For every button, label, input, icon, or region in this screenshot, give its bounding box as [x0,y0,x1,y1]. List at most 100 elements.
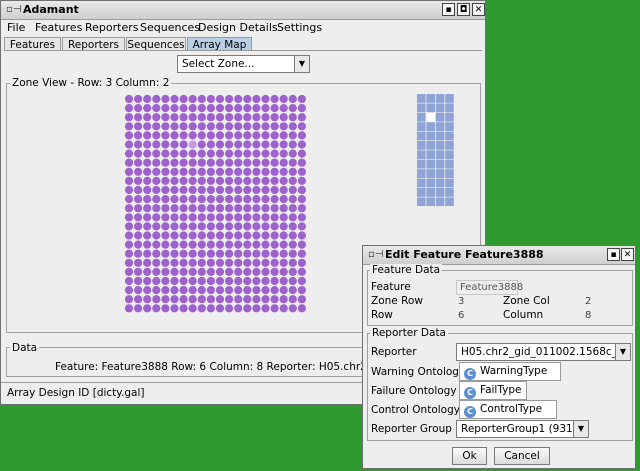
array-spot[interactable] [279,94,288,104]
array-spot[interactable] [288,158,297,167]
array-spot[interactable] [170,249,179,258]
dialog-minimize-button[interactable]: ▪ [607,248,620,261]
array-spot[interactable] [124,286,134,295]
array-spot[interactable] [252,231,261,240]
array-spot[interactable] [270,122,279,131]
array-spot[interactable] [161,249,170,258]
array-spot[interactable] [234,167,243,176]
array-spot[interactable] [134,140,143,149]
spot-grid[interactable] [124,94,344,316]
array-spot[interactable] [170,176,179,185]
array-spot[interactable] [252,195,261,204]
array-spot[interactable] [297,167,306,176]
array-spot[interactable] [197,222,206,231]
array-spot[interactable] [152,295,161,304]
array-spot[interactable] [288,231,297,240]
array-spot[interactable] [197,195,206,204]
array-spot[interactable] [288,240,297,249]
zone-cell[interactable] [435,122,445,131]
array-spot[interactable] [170,204,179,213]
array-spot[interactable] [234,240,243,249]
array-spot[interactable] [225,286,234,295]
array-spot[interactable] [279,131,288,140]
array-spot[interactable] [261,276,270,286]
array-spot[interactable] [234,140,243,149]
array-spot[interactable] [270,231,279,240]
array-spot[interactable] [152,167,161,176]
zone-cell[interactable] [417,150,426,160]
zone-cell[interactable] [445,169,454,178]
array-spot[interactable] [152,304,161,313]
array-spot[interactable] [188,240,197,249]
array-spot[interactable] [197,94,206,104]
array-spot[interactable] [234,231,243,240]
menu-design-details[interactable]: Design Details [198,21,278,34]
zone-cell[interactable] [445,112,454,122]
array-spot[interactable] [243,185,252,195]
array-spot[interactable] [215,222,225,231]
array-spot[interactable] [161,304,170,313]
array-spot[interactable] [234,304,243,313]
array-spot[interactable] [297,249,306,258]
array-spot[interactable] [161,158,170,167]
array-spot[interactable] [143,158,152,167]
array-spot[interactable] [270,167,279,176]
array-spot[interactable] [288,131,297,140]
array-spot[interactable] [261,167,270,176]
array-spot[interactable] [225,195,234,204]
array-spot[interactable] [179,122,188,131]
array-spot[interactable] [252,258,261,267]
array-spot[interactable] [215,140,225,149]
array-spot[interactable] [206,94,215,104]
array-spot[interactable] [143,249,152,258]
array-spot[interactable] [188,222,197,231]
array-spot[interactable] [215,122,225,131]
array-spot[interactable] [215,249,225,258]
zone-cell[interactable] [445,122,454,131]
array-spot[interactable] [215,158,225,167]
array-spot[interactable] [161,176,170,185]
array-spot[interactable] [206,204,215,213]
array-spot[interactable] [152,176,161,185]
array-spot[interactable] [279,258,288,267]
tab-reporters[interactable]: Reporters [62,37,125,51]
array-spot[interactable] [261,94,270,104]
array-spot[interactable] [279,140,288,149]
array-spot[interactable] [288,149,297,158]
array-spot[interactable] [252,94,261,104]
array-spot[interactable] [270,185,279,195]
array-spot[interactable] [170,140,179,149]
zone-cell[interactable] [417,169,426,178]
array-spot[interactable] [252,176,261,185]
array-spot[interactable] [179,231,188,240]
array-spot[interactable] [188,213,197,222]
chevron-down-icon[interactable]: ▼ [294,56,309,72]
array-spot[interactable] [279,104,288,113]
array-spot[interactable] [261,213,270,222]
array-spot[interactable] [252,149,261,158]
array-spot[interactable] [252,286,261,295]
array-spot[interactable] [179,167,188,176]
array-spot[interactable] [143,167,152,176]
array-spot[interactable] [161,276,170,286]
array-spot[interactable] [243,149,252,158]
array-spot[interactable] [243,167,252,176]
array-spot[interactable] [270,267,279,276]
array-spot[interactable] [243,122,252,131]
zone-cell[interactable] [435,188,445,197]
chevron-down-icon[interactable]: ▼ [573,421,588,437]
array-spot[interactable] [152,149,161,158]
array-spot[interactable] [297,94,306,104]
array-spot[interactable] [206,222,215,231]
array-spot[interactable] [197,176,206,185]
array-spot[interactable] [297,304,306,313]
array-spot[interactable] [225,231,234,240]
array-spot[interactable] [206,167,215,176]
array-spot[interactable] [215,185,225,195]
array-spot[interactable] [297,204,306,213]
zone-cell[interactable] [417,94,426,103]
array-spot[interactable] [179,295,188,304]
array-spot[interactable] [225,122,234,131]
array-spot[interactable] [206,267,215,276]
array-spot[interactable] [124,240,134,249]
